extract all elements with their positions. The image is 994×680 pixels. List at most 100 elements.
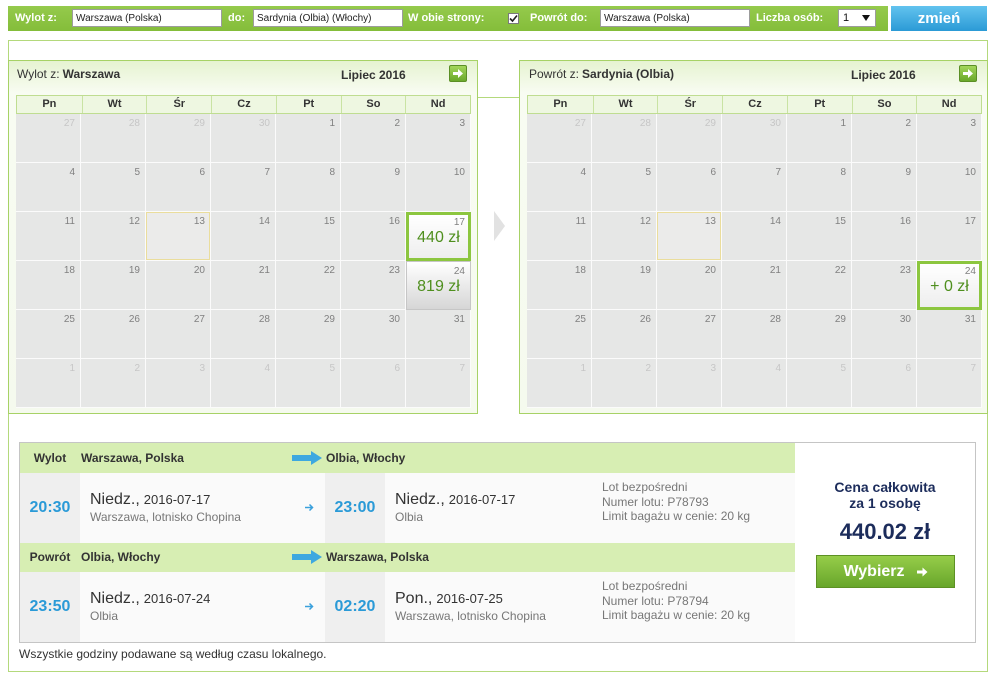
day-cell[interactable]: 17 [917,212,982,261]
weekday-header: Nd [405,96,470,113]
day-price: + 0 zł [930,278,969,295]
day-cell[interactable]: 13 [146,212,211,261]
to-input[interactable] [253,9,403,27]
day-cell[interactable]: 9 [852,163,917,212]
day-cell[interactable]: 19 [592,261,657,310]
persons-select[interactable]: 1 [838,9,876,27]
day-cell[interactable]: 26 [592,310,657,359]
day-number: 19 [639,265,651,276]
select-button[interactable]: Wybierz [816,555,955,588]
day-cell[interactable]: 16 [852,212,917,261]
weekday-header: Nd [916,96,981,113]
day-cell[interactable]: 29 [276,310,341,359]
from-input[interactable] [72,9,222,27]
day-cell: 29 [657,114,722,163]
day-cell[interactable]: 15 [787,212,852,261]
day-cell[interactable]: 3 [917,114,982,163]
day-cell[interactable]: 18 [527,261,592,310]
day-cell[interactable]: 14 [211,212,276,261]
day-cell[interactable]: 8 [787,163,852,212]
day-cell[interactable]: 22 [276,261,341,310]
day-number: 27 [574,118,586,129]
day-cell[interactable]: 12 [81,212,146,261]
weekday-header: So [851,96,917,113]
day-number: 28 [258,314,270,325]
day-cell[interactable]: 10 [917,163,982,212]
flight-leg-outbound-header: Wylot Warszawa, Polska Olbia, Włochy [20,443,795,473]
day-cell-with-price[interactable]: 24 + 0 zł [917,261,982,310]
day-number: 8 [840,167,846,178]
day-cell[interactable]: 21 [211,261,276,310]
day-cell[interactable]: 25 [527,310,592,359]
day-cell[interactable]: 14 [722,212,787,261]
day-cell[interactable]: 29 [787,310,852,359]
roundtrip-checkbox[interactable] [508,13,519,24]
day-cell[interactable]: 19 [81,261,146,310]
calendar-title-prefix: Powrót z: [529,67,580,81]
day-cell[interactable]: 7 [211,163,276,212]
day-cell[interactable]: 16 [341,212,406,261]
return-input[interactable] [600,9,750,27]
day-cell: 4 [722,359,787,408]
day-cell[interactable]: 28 [722,310,787,359]
day-cell[interactable]: 2 [341,114,406,163]
price-title: Cena całkowita [834,479,936,495]
day-cell[interactable]: 31 [917,310,982,359]
day-cell[interactable]: 4 [527,163,592,212]
day-cell: 27 [16,114,81,163]
day-cell[interactable]: 10 [406,163,471,212]
leg-label: Powrót [29,550,71,564]
day-number: 5 [134,167,140,178]
day-number: 25 [63,314,75,325]
day-cell[interactable]: 11 [16,212,81,261]
day-cell[interactable]: 9 [341,163,406,212]
day-cell[interactable]: 4 [16,163,81,212]
calendar-title-city: Warszawa [62,67,121,81]
day-number: 4 [69,167,75,178]
day-cell[interactable]: 6 [146,163,211,212]
weekday-row: Pn Wt Śr Cz Pt So Nd [527,95,982,114]
day-cell[interactable]: 5 [81,163,146,212]
next-month-button[interactable] [449,65,467,82]
day-cell: 3 [657,359,722,408]
day-cell[interactable]: 13 [657,212,722,261]
day-cell[interactable]: 12 [592,212,657,261]
day-cell[interactable]: 18 [16,261,81,310]
day-cell[interactable]: 2 [852,114,917,163]
day-cell[interactable]: 20 [657,261,722,310]
day-cell-with-price[interactable]: 24 819 zł [406,261,471,310]
day-cell[interactable]: 1 [276,114,341,163]
next-month-button[interactable] [959,65,977,82]
day-cell[interactable]: 26 [81,310,146,359]
day-cell[interactable]: 15 [276,212,341,261]
day-cell[interactable]: 21 [722,261,787,310]
day-number: 27 [63,118,75,129]
weekday-header: Pn [553,98,568,110]
day-cell[interactable]: 11 [527,212,592,261]
day-cell[interactable]: 27 [146,310,211,359]
day-cell[interactable]: 23 [852,261,917,310]
day-cell[interactable]: 23 [341,261,406,310]
day-number: 25 [574,314,586,325]
day-cell[interactable]: 6 [657,163,722,212]
day-cell[interactable]: 1 [787,114,852,163]
day-cell[interactable]: 27 [657,310,722,359]
day-cell[interactable]: 25 [16,310,81,359]
day-number: 5 [329,363,335,374]
day-cell-with-price[interactable]: 17 440 zł [406,212,471,261]
days-grid: 27 28 29 30 1 2 3 4 5 6 7 8 9 10 11 12 13 14 15 16 17 440 zł 1… [16,114,471,408]
day-number: 7 [970,363,976,374]
day-cell[interactable]: 30 [341,310,406,359]
day-cell[interactable]: 30 [852,310,917,359]
day-cell[interactable]: 31 [406,310,471,359]
submit-button[interactable]: zmień [891,6,987,31]
day-cell[interactable]: 22 [787,261,852,310]
day-cell[interactable]: 3 [406,114,471,163]
day-cell: 5 [276,359,341,408]
day-cell[interactable]: 7 [722,163,787,212]
day-cell[interactable]: 8 [276,163,341,212]
day-cell[interactable]: 28 [211,310,276,359]
day-cell[interactable]: 5 [592,163,657,212]
day-cell[interactable]: 20 [146,261,211,310]
arrow-right-icon [916,567,928,576]
